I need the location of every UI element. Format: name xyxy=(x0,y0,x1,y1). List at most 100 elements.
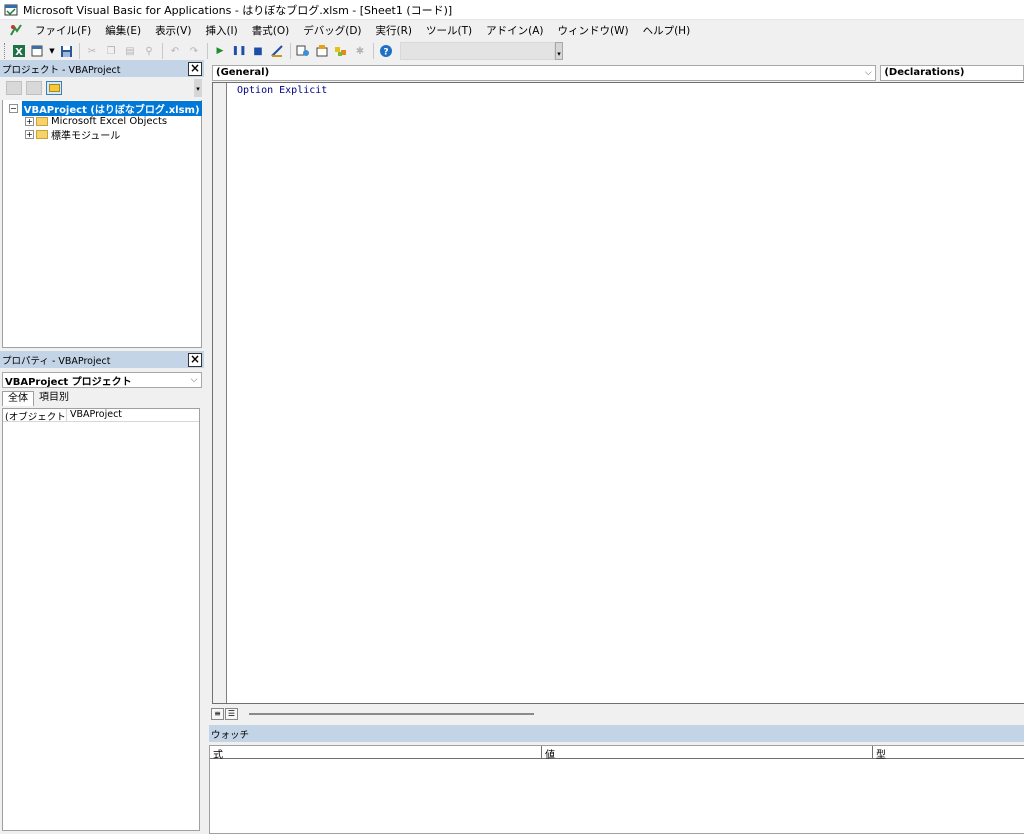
code-editor[interactable]: Option Explicit xyxy=(212,82,1024,704)
view-object-icon[interactable] xyxy=(26,81,42,95)
watch-col-value[interactable]: 値 xyxy=(542,746,873,761)
object-combo[interactable]: (General) ⌵ xyxy=(212,64,877,81)
redo-icon[interactable]: ↷ xyxy=(185,42,203,60)
procedure-view-icon[interactable]: ≡ xyxy=(211,707,224,720)
help-icon[interactable]: ? xyxy=(377,42,395,60)
procedure-combo[interactable]: (Declarations) xyxy=(880,64,1024,81)
menu-run[interactable]: 実行(R) xyxy=(369,23,420,38)
chevron-down-icon[interactable]: ⌵ xyxy=(861,68,875,78)
horizontal-scrollbar[interactable] xyxy=(249,712,534,715)
menu-bar: ファイル(F) 編集(E) 表示(V) 挿入(I) 書式(O) デバッグ(D) … xyxy=(0,20,1024,40)
find-icon[interactable]: ⚲ xyxy=(140,42,158,60)
code-footer: ≡ ☰ xyxy=(209,705,1024,722)
view-code-icon[interactable] xyxy=(6,81,22,95)
menu-view[interactable]: 表示(V) xyxy=(148,23,198,38)
insert-module-icon[interactable] xyxy=(29,42,47,60)
properties-grid: (オブジェクト名) VBAProject xyxy=(2,408,200,831)
run-icon[interactable]: ▶ xyxy=(211,42,229,60)
toolbar-separator xyxy=(373,43,374,59)
menu-addins[interactable]: アドイン(A) xyxy=(479,23,550,38)
vba-app-icon xyxy=(4,4,18,15)
menu-help[interactable]: ヘルプ(H) xyxy=(636,23,698,38)
watch-window: ウォッチ 式 値 型 xyxy=(209,725,1024,834)
save-icon[interactable] xyxy=(57,42,75,60)
watch-titlebar[interactable]: ウォッチ xyxy=(209,725,1024,742)
toolbar-separator xyxy=(207,43,208,59)
property-row[interactable]: (オブジェクト名) VBAProject xyxy=(3,409,199,422)
cut-icon[interactable]: ✂ xyxy=(83,42,101,60)
project-explorer-icon[interactable] xyxy=(294,42,312,60)
properties-window: プロパティ - VBAProject × VBAProject プロジェクト ⌵… xyxy=(0,351,204,834)
code-window: (General) ⌵ (Declarations) Option Explic… xyxy=(209,60,1024,723)
property-name: (オブジェクト名) xyxy=(3,409,67,421)
menu-debug[interactable]: デバッグ(D) xyxy=(296,23,368,38)
procedure-combo-value: (Declarations) xyxy=(884,67,965,78)
properties-titlebar[interactable]: プロパティ - VBAProject × xyxy=(0,351,204,368)
toolbar-options-icon[interactable]: ▾ xyxy=(194,79,202,97)
full-module-view-icon[interactable]: ☰ xyxy=(225,707,238,720)
code-line[interactable]: Option Explicit xyxy=(237,85,327,96)
menu-format[interactable]: 書式(O) xyxy=(245,23,296,38)
object-combo-value: (General) xyxy=(216,67,270,78)
toolbox-icon[interactable]: ✱ xyxy=(351,42,369,60)
toolbar-separator xyxy=(162,43,163,59)
property-value[interactable]: VBAProject xyxy=(67,409,122,421)
code-margin-indicator-bar[interactable] xyxy=(213,83,227,703)
menu-edit[interactable]: 編集(E) xyxy=(98,23,148,38)
project-explorer-titlebar[interactable]: プロジェクト - VBAProject × xyxy=(0,60,204,77)
menu-window[interactable]: ウィンドウ(W) xyxy=(551,23,636,38)
chevron-down-icon[interactable]: ▼ xyxy=(48,42,56,60)
object-select-value: VBAProject プロジェクト xyxy=(5,376,132,388)
tab-categorized[interactable]: 項目別 xyxy=(34,391,74,406)
collapse-icon[interactable]: − xyxy=(9,104,18,113)
project-explorer-title: プロジェクト - VBAProject xyxy=(2,64,121,76)
properties-title: プロパティ - VBAProject xyxy=(2,355,111,367)
reset-icon[interactable]: ■ xyxy=(249,42,267,60)
toolbar-options-icon[interactable]: ▾ xyxy=(555,42,563,60)
window-title: Microsoft Visual Basic for Applications … xyxy=(23,3,453,17)
close-icon[interactable]: × xyxy=(188,61,202,76)
toolbar-grip[interactable] xyxy=(4,43,7,59)
properties-icon[interactable] xyxy=(313,42,331,60)
view-excel-icon[interactable]: X xyxy=(10,42,28,60)
chevron-down-icon[interactable]: ⌵ xyxy=(187,375,201,385)
watch-grid[interactable]: 式 値 型 xyxy=(209,745,1024,834)
toolbar-separator xyxy=(290,43,291,59)
tree-node-standard-modules[interactable]: + 標準モジュール xyxy=(3,128,201,142)
tree-label-excel-objects: Microsoft Excel Objects xyxy=(51,116,168,127)
break-icon[interactable]: ❚❚ xyxy=(230,42,248,60)
undo-icon[interactable]: ↶ xyxy=(166,42,184,60)
object-select[interactable]: VBAProject プロジェクト ⌵ xyxy=(2,372,202,388)
expand-icon[interactable]: + xyxy=(25,117,34,126)
expand-icon[interactable]: + xyxy=(25,130,34,139)
close-icon[interactable]: × xyxy=(188,352,202,367)
properties-tabs: 全体 項目別 xyxy=(2,390,202,406)
paste-icon[interactable]: ▤ xyxy=(121,42,139,60)
copy-icon[interactable]: ❐ xyxy=(102,42,120,60)
design-mode-icon[interactable] xyxy=(268,42,286,60)
toggle-folders-icon[interactable] xyxy=(46,81,62,95)
object-browser-icon[interactable] xyxy=(332,42,350,60)
tree-label-root: VBAProject (はりぼなブログ.xlsm) xyxy=(21,101,202,116)
vba-menu-icon[interactable] xyxy=(8,22,24,38)
toolbar-separator xyxy=(79,43,80,59)
menu-tools[interactable]: ツール(T) xyxy=(419,23,479,38)
title-bar: Microsoft Visual Basic for Applications … xyxy=(0,0,1024,20)
watch-header: 式 値 型 xyxy=(210,746,1024,761)
tree-label-standard-modules: 標準モジュール xyxy=(51,131,121,142)
menu-insert[interactable]: 挿入(I) xyxy=(198,23,244,38)
standard-toolbar: X ▼ ✂ ❐ ▤ ⚲ ↶ ↷ ▶ ❚❚ ■ ✱ ? ▾ xyxy=(0,40,1024,62)
menu-file[interactable]: ファイル(F) xyxy=(28,23,98,38)
tree-node-vbaproject[interactable]: − VBAProject (はりぼなブログ.xlsm) xyxy=(3,101,202,116)
watch-col-type[interactable]: 型 xyxy=(873,746,1024,761)
project-explorer: プロジェクト - VBAProject × ▾ − VBAProject (はり… xyxy=(0,60,204,350)
folder-icon xyxy=(36,130,48,139)
watch-col-expression[interactable]: 式 xyxy=(210,746,542,761)
tab-alphabetic[interactable]: 全体 xyxy=(2,391,34,406)
folder-icon xyxy=(36,117,48,126)
code-combos: (General) ⌵ (Declarations) xyxy=(209,60,1024,82)
project-tree: − VBAProject (はりぼなブログ.xlsm) + Microsoft … xyxy=(2,100,202,348)
project-explorer-toolbar: ▾ xyxy=(0,77,204,99)
watch-title: ウォッチ xyxy=(211,729,250,741)
cursor-position-box xyxy=(400,42,555,60)
